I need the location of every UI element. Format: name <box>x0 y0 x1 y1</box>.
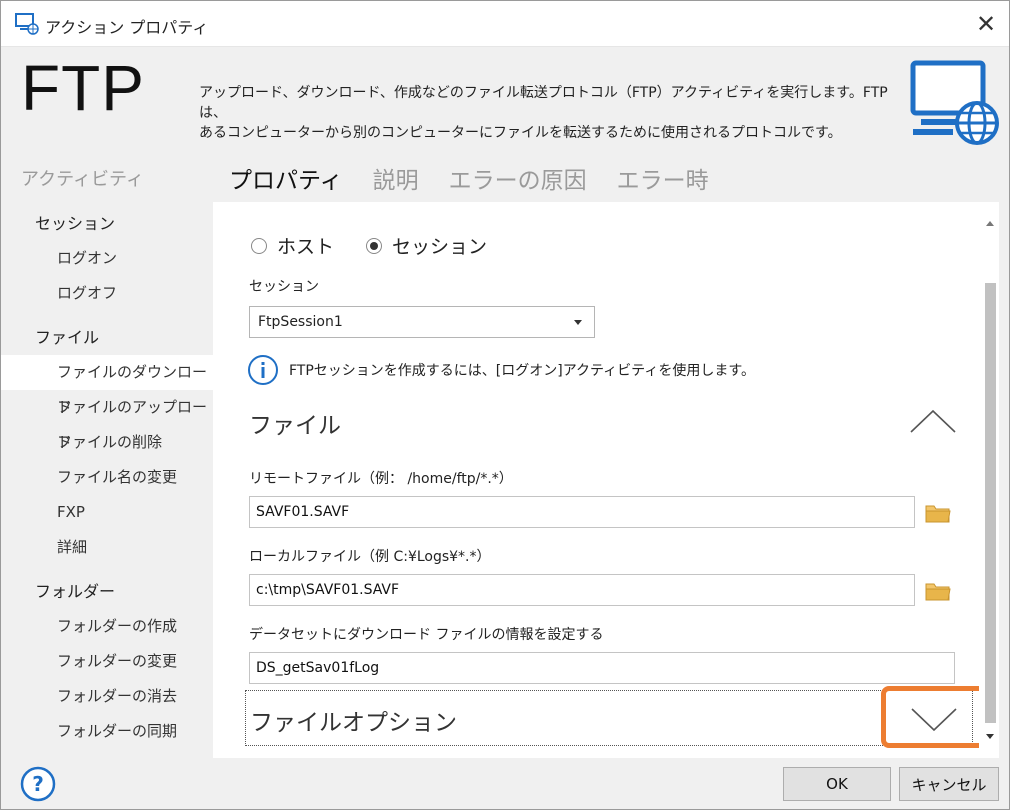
local-file-value: c:\tmp\SAVF01.SAVF <box>256 582 400 598</box>
sidebar-heading: アクティビティ <box>21 169 144 190</box>
file-section-title: ファイル <box>249 413 341 439</box>
scrollbar-thumb[interactable] <box>985 283 996 723</box>
session-select-value: FtpSession1 <box>258 314 343 330</box>
sidebar: セッション ログオン ログオフ ファイル ファイルのダウンロード ファイルのアッ… <box>1 207 213 749</box>
help-glyph: ? <box>32 772 44 796</box>
tab-error-cause[interactable]: エラーの原因 <box>449 161 587 195</box>
sidebar-item-logoff[interactable]: ログオフ <box>1 276 213 311</box>
folder-browse-icon[interactable] <box>925 580 951 602</box>
sidebar-item-file-upload[interactable]: ファイルのアップロード <box>1 390 213 451</box>
local-file-label: ローカルファイル（例 C:¥Logs¥*.*） <box>249 549 491 565</box>
remote-file-label: リモートファイル（例： /home/ftp/*.*） <box>249 471 513 487</box>
radio-host[interactable] <box>251 237 267 254</box>
title-bar: アクション プロパティ ✕ <box>1 1 1009 47</box>
scroll-up-arrow-icon[interactable] <box>986 221 994 226</box>
chevron-up-icon[interactable] <box>909 408 957 434</box>
info-icon <box>248 355 278 385</box>
tab-properties[interactable]: プロパティ <box>229 161 343 195</box>
action-properties-window: アクション プロパティ ✕ FTP アップロード、ダウンロード、作成などのファイ… <box>0 0 1010 810</box>
radio-session[interactable] <box>366 237 383 254</box>
dataset-input[interactable]: DS_getSav01fLog <box>249 652 955 684</box>
description-line: アップロード、ダウンロード、作成などのファイル転送プロトコル（FTP）アクティビ… <box>199 85 888 121</box>
sidebar-group-file: ファイル <box>35 328 100 347</box>
sidebar-item-file-delete[interactable]: ファイルの削除 <box>1 425 213 460</box>
activity-title: FTP <box>21 52 145 124</box>
connection-type-radio-group: ホスト セッション <box>251 232 519 259</box>
tab-bar: プロパティ 説明 エラーの原因 エラー時 <box>229 161 709 195</box>
properties-panel: ホスト セッション セッション FtpSession1 FTPセッションを作成す… <box>213 202 979 758</box>
sidebar-item-folder-sync[interactable]: フォルダーの同期 <box>1 714 213 749</box>
sidebar-item-logon[interactable]: ログオン <box>1 241 213 276</box>
radio-host-label[interactable]: ホスト <box>277 232 334 259</box>
cancel-button[interactable]: キャンセル <box>899 767 999 801</box>
highlight-annotation <box>881 686 979 748</box>
help-icon[interactable]: ? <box>19 765 57 803</box>
sidebar-group-folder: フォルダー <box>35 582 116 601</box>
ftp-monitor-globe-icon <box>910 60 999 145</box>
info-text: FTPセッションを作成するには、[ログオン]アクティビティを使用します。 <box>289 363 755 379</box>
sidebar-item-fxp[interactable]: FXP <box>1 495 213 530</box>
tab-on-error[interactable]: エラー時 <box>617 161 709 195</box>
dataset-value: DS_getSav01fLog <box>256 660 380 676</box>
header: FTP アップロード、ダウンロード、作成などのファイル転送プロトコル（FTP）ア… <box>1 47 1009 157</box>
activity-description: アップロード、ダウンロード、作成などのファイル転送プロトコル（FTP）アクティビ… <box>199 83 899 143</box>
sidebar-group-session: セッション <box>35 214 116 233</box>
close-button[interactable]: ✕ <box>963 1 1009 47</box>
sidebar-item-folder-change[interactable]: フォルダーの変更 <box>1 644 213 679</box>
ok-button[interactable]: OK <box>783 767 891 801</box>
dropdown-arrow-icon <box>574 320 582 325</box>
folder-browse-icon[interactable] <box>925 502 951 524</box>
session-info-note: FTPセッションを作成するには、[ログオン]アクティビティを使用します。 <box>247 354 755 386</box>
sidebar-item-file-download[interactable]: ファイルのダウンロード <box>1 355 213 416</box>
sidebar-item-details[interactable]: 詳細 <box>1 530 213 565</box>
file-options-section[interactable]: ファイルオプション <box>245 690 973 746</box>
session-select[interactable]: FtpSession1 <box>249 306 595 338</box>
description-line: あるコンピューターから別のコンピューターにファイルを転送するために使用されるプロ… <box>199 125 842 141</box>
remote-file-value: SAVF01.SAVF <box>256 504 350 520</box>
radio-session-label[interactable]: セッション <box>392 232 487 259</box>
file-options-title: ファイルオプション <box>250 710 457 736</box>
session-label: セッション <box>249 279 319 295</box>
sidebar-item-folder-create[interactable]: フォルダーの作成 <box>1 609 213 644</box>
window-title: アクション プロパティ <box>45 18 209 37</box>
local-file-input[interactable]: c:\tmp\SAVF01.SAVF <box>249 574 915 606</box>
radio-selected-dot <box>370 241 379 250</box>
scroll-down-arrow-icon[interactable] <box>986 734 994 739</box>
close-icon: ✕ <box>975 10 997 38</box>
dataset-label: データセットにダウンロード ファイルの情報を設定する <box>249 627 604 643</box>
remote-file-input[interactable]: SAVF01.SAVF <box>249 496 915 528</box>
tab-description[interactable]: 説明 <box>373 161 419 195</box>
app-monitor-icon <box>15 13 39 35</box>
sidebar-item-folder-remove[interactable]: フォルダーの消去 <box>1 679 213 714</box>
sidebar-item-file-rename[interactable]: ファイル名の変更 <box>1 460 213 495</box>
